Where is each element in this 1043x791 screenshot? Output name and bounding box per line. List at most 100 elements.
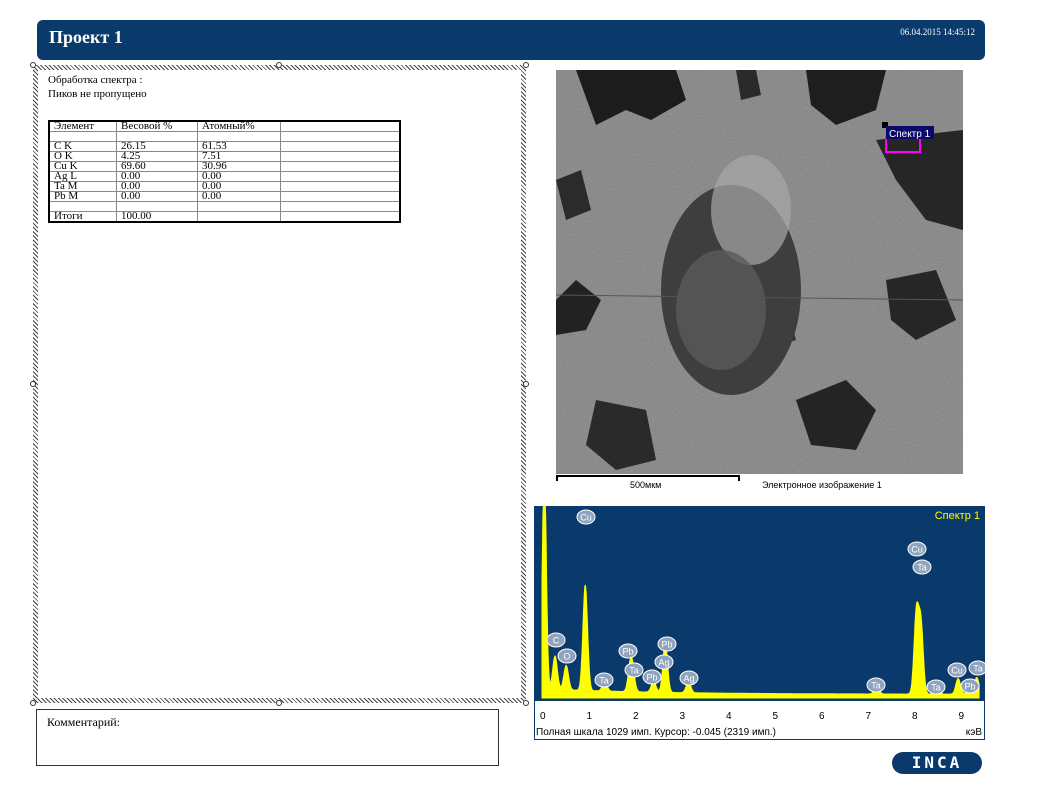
peak-label: Pb	[618, 643, 638, 659]
table-cell	[197, 211, 281, 223]
inca-logo: INCA	[892, 752, 982, 774]
table-cell	[280, 191, 401, 202]
spectrum-svg: Спектр 1 CuCO PbTaPbPbAgAgTaCuTaTa TaCuPbT…	[541, 503, 988, 699]
svg-text:Cu: Cu	[951, 666, 963, 676]
project-header: Проект 1 06.04.2015 14:45:12	[37, 20, 985, 60]
svg-text:Ta: Ta	[973, 664, 983, 674]
electron-image: Спектр 1	[556, 70, 963, 474]
axis-tick-label: 0	[540, 711, 546, 722]
peak-label: Cu	[947, 662, 967, 678]
resize-handle-tr[interactable]	[523, 62, 529, 68]
electron-image-svg: Спектр 1	[556, 70, 963, 474]
table-header-cell	[280, 120, 401, 132]
axis-tick-label: 4	[726, 711, 732, 722]
axis-tick-label: 8	[912, 711, 918, 722]
comment-box[interactable]: Комментарий:	[36, 709, 499, 766]
table-cell: Pb M	[48, 191, 117, 202]
svg-text:Pb: Pb	[622, 647, 633, 657]
table-row: Ta M 0.00 0.00	[48, 181, 401, 192]
peaks-label: Пиков не пропущено	[48, 88, 147, 100]
results-textbox[interactable]: Обработка спектра : Пиков не пропущено Э…	[33, 65, 526, 703]
table-cell: 100.00	[116, 211, 198, 223]
table-row: Итоги 100.00	[48, 211, 401, 223]
table-header-cell: Атомный%	[197, 120, 281, 132]
table-row: Ag L 0.00 0.00	[48, 171, 401, 182]
table-cell	[280, 151, 401, 162]
svg-text:Ta: Ta	[599, 676, 609, 686]
svg-text:O: O	[563, 652, 570, 662]
svg-text:Ta: Ta	[917, 563, 927, 573]
table-cell: Итоги	[48, 211, 117, 223]
spectrum-trace	[541, 503, 980, 699]
processing-label: Обработка спектра :	[48, 74, 143, 86]
svg-text:Ag: Ag	[683, 674, 694, 684]
peak-label: Ta	[866, 677, 886, 693]
comment-label: Комментарий:	[47, 715, 121, 729]
timestamp: 06.04.2015 14:45:12	[900, 27, 975, 37]
resize-handle-tm[interactable]	[276, 62, 282, 68]
axis-tick-label: 2	[633, 711, 639, 722]
spectrum-axis: 0 1 2 3 4 5 6 7 8 9 Полная шкала 1029 имп. Курсор…	[534, 700, 985, 740]
svg-text:Ta: Ta	[871, 681, 881, 691]
table-cell	[280, 141, 401, 152]
resize-handle-tl[interactable]	[30, 62, 36, 68]
table-cell	[280, 211, 401, 223]
svg-text:Pb: Pb	[646, 673, 657, 683]
spectrum-info: Полная шкала 1029 имп. Курсор: -0.045 (2…	[536, 727, 776, 738]
peak-label: Ta	[926, 679, 946, 695]
table-row: Pb M 0.00 0.00	[48, 191, 401, 202]
scale-label: 500мкм	[630, 480, 662, 490]
axis-unit: кэВ	[965, 727, 982, 738]
axis-tick-label: 9	[958, 711, 965, 722]
svg-text:C: C	[553, 636, 560, 646]
peak-label: Ta	[912, 559, 932, 575]
peak-label: Pb	[960, 678, 980, 694]
svg-text:Cu: Cu	[911, 545, 923, 555]
peak-label: Ag	[654, 654, 674, 670]
resize-handle-br[interactable]	[523, 700, 529, 706]
peak-label: Cu	[576, 509, 596, 525]
table-header-cell: Элемент	[48, 120, 117, 132]
project-title: Проект 1	[49, 27, 123, 47]
axis-tick-label: 6	[819, 711, 825, 722]
peak-label: Cu	[907, 541, 927, 557]
svg-text:Ta: Ta	[931, 683, 941, 693]
axis-tick-label: 5	[772, 711, 779, 722]
table-cell	[280, 131, 401, 142]
resize-handle-ml[interactable]	[30, 381, 36, 387]
table-cell: 0.00	[197, 191, 281, 202]
resize-handle-bm[interactable]	[276, 700, 282, 706]
svg-text:Ag: Ag	[658, 658, 669, 668]
table-cell	[280, 201, 401, 212]
spectrum-plot[interactable]: Спектр 1 Cu C O Pb Ta Pb Pb Ag Ag Ta Cu Ta Ta Ta Cu Pb T…	[534, 503, 988, 700]
table-header-cell: Весовой %	[116, 120, 198, 132]
svg-text:Pb: Pb	[661, 640, 672, 650]
table-row: C K 26.15 61.53	[48, 141, 401, 152]
resize-handle-mr[interactable]	[523, 381, 529, 387]
peak-label: Ta	[624, 662, 644, 678]
peak-label: Ag	[679, 670, 699, 686]
svg-text:Ta: Ta	[629, 666, 639, 676]
table-cell	[280, 181, 401, 192]
table-cell: 0.00	[116, 191, 198, 202]
axis-tick-label: 1	[586, 711, 593, 722]
spectrum-marker-label: Спектр 1	[889, 129, 931, 140]
peak-label: O	[557, 648, 577, 664]
table-row	[48, 201, 401, 212]
image-caption: Электронное изображение 1	[762, 480, 882, 490]
peak-label: C	[546, 632, 566, 648]
table-cell	[197, 201, 281, 212]
table-row: Cu K 69.60 30.96	[48, 161, 401, 172]
table-cell	[280, 161, 401, 172]
axis-tick-label: 3	[679, 711, 686, 722]
spectrum-title: Спектр 1	[935, 510, 980, 522]
table-header-row: Элемент Весовой % Атомный%	[48, 120, 401, 132]
peak-label: Ta	[968, 660, 988, 676]
svg-text:Cu: Cu	[580, 513, 592, 523]
resize-handle-bl[interactable]	[30, 700, 36, 706]
svg-text:Pb: Pb	[964, 682, 975, 692]
peak-label: Ta	[594, 672, 614, 688]
peak-label: Pb	[657, 636, 677, 652]
peak-label: Pb	[642, 669, 662, 685]
axis-tick-label: 7	[865, 711, 872, 722]
